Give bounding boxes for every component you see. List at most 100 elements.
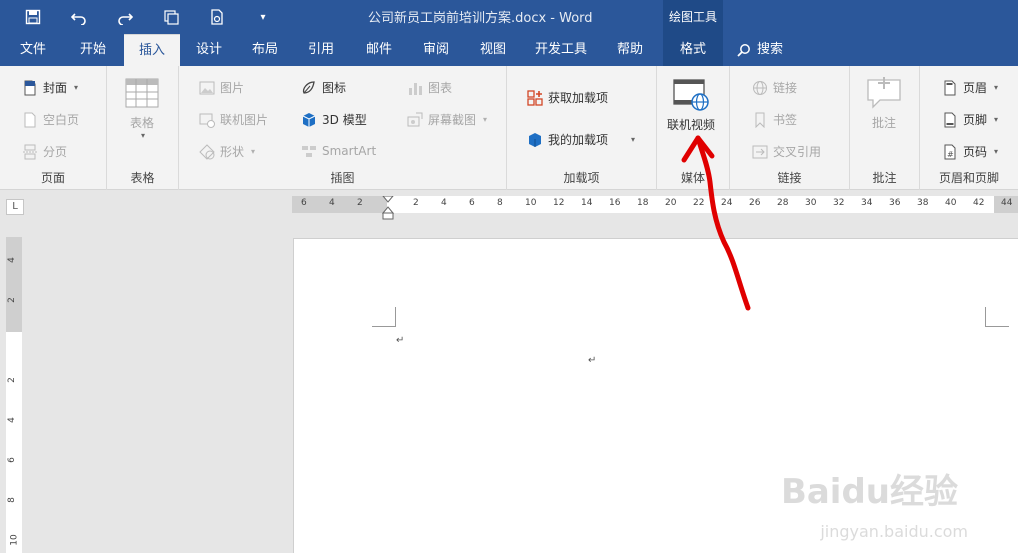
ruler-tick-label: 6 [469, 198, 475, 208]
ruler-tick-label: 4 [329, 198, 335, 208]
tab-insert[interactable]: 插入 [124, 34, 180, 66]
table-button[interactable]: 表格 ▾ [125, 78, 159, 140]
vertical-ruler[interactable]: 4 2 2 4 6 8 10 [6, 237, 22, 553]
online-video-button[interactable]: 联机视频 [667, 78, 715, 133]
ruler-tick-label: 14 [581, 198, 593, 208]
group-header-footer-label: 页眉和页脚 [938, 171, 999, 185]
ruler-tick-label: 4 [6, 257, 17, 263]
drawing-tools-label: 绘图工具 [663, 0, 723, 33]
cover-page-label: 封面 [43, 81, 68, 95]
picture-icon [199, 81, 215, 94]
icons-button[interactable]: 图标 [301, 79, 346, 96]
touch-mode-icon[interactable] [148, 4, 194, 30]
chart-label: 图表 [428, 81, 453, 95]
search-label: 搜索 [757, 42, 784, 57]
cover-page-button[interactable]: 封面 ▾ [22, 79, 78, 96]
tab-developer[interactable]: 开发工具 [527, 33, 595, 66]
tab-review[interactable]: 审阅 [413, 33, 459, 66]
page-number-label: 页码 [963, 145, 988, 159]
shapes-icon [199, 143, 215, 160]
group-comments: 批注 批注 [850, 66, 920, 190]
ruler-tick-label: 12 [553, 198, 565, 208]
group-tables: 表格 ▾ 表格 [107, 66, 179, 190]
paragraph-mark: ↵ [396, 335, 405, 346]
tab-help[interactable]: 帮助 [607, 33, 653, 66]
redo-icon[interactable] [102, 4, 148, 30]
new-comment-button[interactable]: 批注 [864, 76, 904, 131]
link-button[interactable]: 链接 [752, 79, 797, 96]
screenshot-label: 屏幕截图 [428, 113, 477, 127]
page-break-icon [23, 144, 37, 159]
tab-selector[interactable]: L [6, 199, 24, 215]
cover-page-icon [24, 80, 36, 95]
blank-page-button[interactable]: 空白页 [22, 111, 79, 128]
ruler-tick-label: 42 [973, 198, 985, 208]
online-pictures-button[interactable]: 联机图片 [199, 111, 268, 128]
cube-icon [302, 112, 316, 127]
bookmark-icon [755, 112, 765, 128]
save-icon[interactable] [10, 4, 56, 30]
tell-me-search[interactable]: 搜索 [737, 33, 783, 66]
screenshot-icon [407, 112, 423, 126]
ribbon-insert: 封面 ▾ 空白页 分页 页面 表格 ▾ 表格 图片 联机图片 形状 ▾ 图标 3… [0, 66, 1018, 190]
ruler-tick-label: 4 [6, 417, 17, 423]
shapes-label: 形状 [220, 145, 245, 159]
footer-button[interactable]: 页脚 ▾ [942, 111, 998, 128]
ruler-tick-label: 16 [609, 198, 621, 208]
undo-icon[interactable] [56, 4, 102, 30]
tab-design[interactable]: 设计 [186, 33, 232, 66]
ruler-tick-label: 32 [833, 198, 845, 208]
tab-format[interactable]: 格式 [663, 33, 723, 66]
page-break-button[interactable]: 分页 [22, 143, 67, 160]
link-label: 链接 [773, 81, 798, 95]
icons-icon [302, 80, 315, 94]
ruler-tick-label: 4 [441, 198, 447, 208]
my-addins-button[interactable]: 我的加载项 ▾ [527, 131, 635, 148]
get-addins-button[interactable]: 获取加载项 [527, 89, 608, 106]
tab-file[interactable]: 文件 [12, 33, 54, 66]
pictures-button[interactable]: 图片 [199, 79, 244, 96]
online-pictures-label: 联机图片 [220, 113, 269, 127]
indent-marker-icon[interactable] [382, 196, 394, 220]
watermark-logo: Baidu经验 [780, 472, 958, 512]
chart-button[interactable]: 图表 [407, 79, 452, 96]
new-comment-label: 批注 [871, 116, 896, 130]
footer-label: 页脚 [963, 113, 988, 127]
customize-qat-icon[interactable]: ▾ [240, 4, 286, 30]
tab-layout[interactable]: 布局 [242, 33, 288, 66]
page-number-button[interactable]: # 页码 ▾ [942, 143, 998, 160]
group-addins: 获取加载项 我的加载项 ▾ 加载项 [507, 66, 657, 190]
quick-access-toolbar: ▾ [10, 4, 286, 30]
icons-label: 图标 [322, 81, 347, 95]
group-pages-label: 页面 [40, 171, 65, 185]
smartart-button[interactable]: SmartArt [301, 143, 376, 159]
ruler-tick-label: 8 [497, 198, 503, 208]
3d-models-button[interactable]: 3D 模型 [301, 111, 367, 128]
ruler-tick-label: 2 [6, 377, 17, 383]
tab-view[interactable]: 视图 [470, 33, 516, 66]
screenshot-button[interactable]: 屏幕截图 ▾ [407, 111, 487, 128]
group-pages: 封面 ▾ 空白页 分页 页面 [0, 66, 107, 190]
ruler-tick-label: 18 [637, 198, 649, 208]
ruler-tick-label: 10 [525, 198, 537, 208]
shapes-button[interactable]: 形状 ▾ [199, 143, 255, 160]
my-addins-label: 我的加载项 [548, 133, 609, 147]
my-addins-icon [529, 132, 541, 147]
annotation-arrow [681, 135, 751, 311]
print-preview-icon[interactable] [194, 4, 240, 30]
document-title: 公司新员工岗前培训方案.docx - Word [368, 11, 593, 26]
title-bar: ▾ 公司新员工岗前培训方案.docx - Word 绘图工具 [0, 0, 1018, 33]
ruler-tick-label: 28 [777, 198, 789, 208]
3d-models-label: 3D 模型 [322, 113, 367, 127]
bookmark-button[interactable]: 书签 [752, 111, 797, 128]
horizontal-ruler[interactable]: 6 4 2 2 4 6 8 10 12 14 16 18 20 22 24 26 28 30 32 34 36 38 40 4… [292, 196, 1018, 220]
search-icon [737, 43, 750, 57]
tab-mailings[interactable]: 邮件 [356, 33, 402, 66]
ruler-tick-label: 34 [861, 198, 873, 208]
header-button[interactable]: 页眉 ▾ [942, 79, 998, 96]
group-header-footer: 页眉 ▾ 页脚 ▾ # 页码 ▾ 页眉和页脚 [920, 66, 1018, 190]
blank-page-icon [24, 112, 36, 127]
ruler-tick-label: 2 [6, 297, 17, 303]
tab-home[interactable]: 开始 [70, 33, 116, 66]
tab-references[interactable]: 引用 [298, 33, 344, 66]
